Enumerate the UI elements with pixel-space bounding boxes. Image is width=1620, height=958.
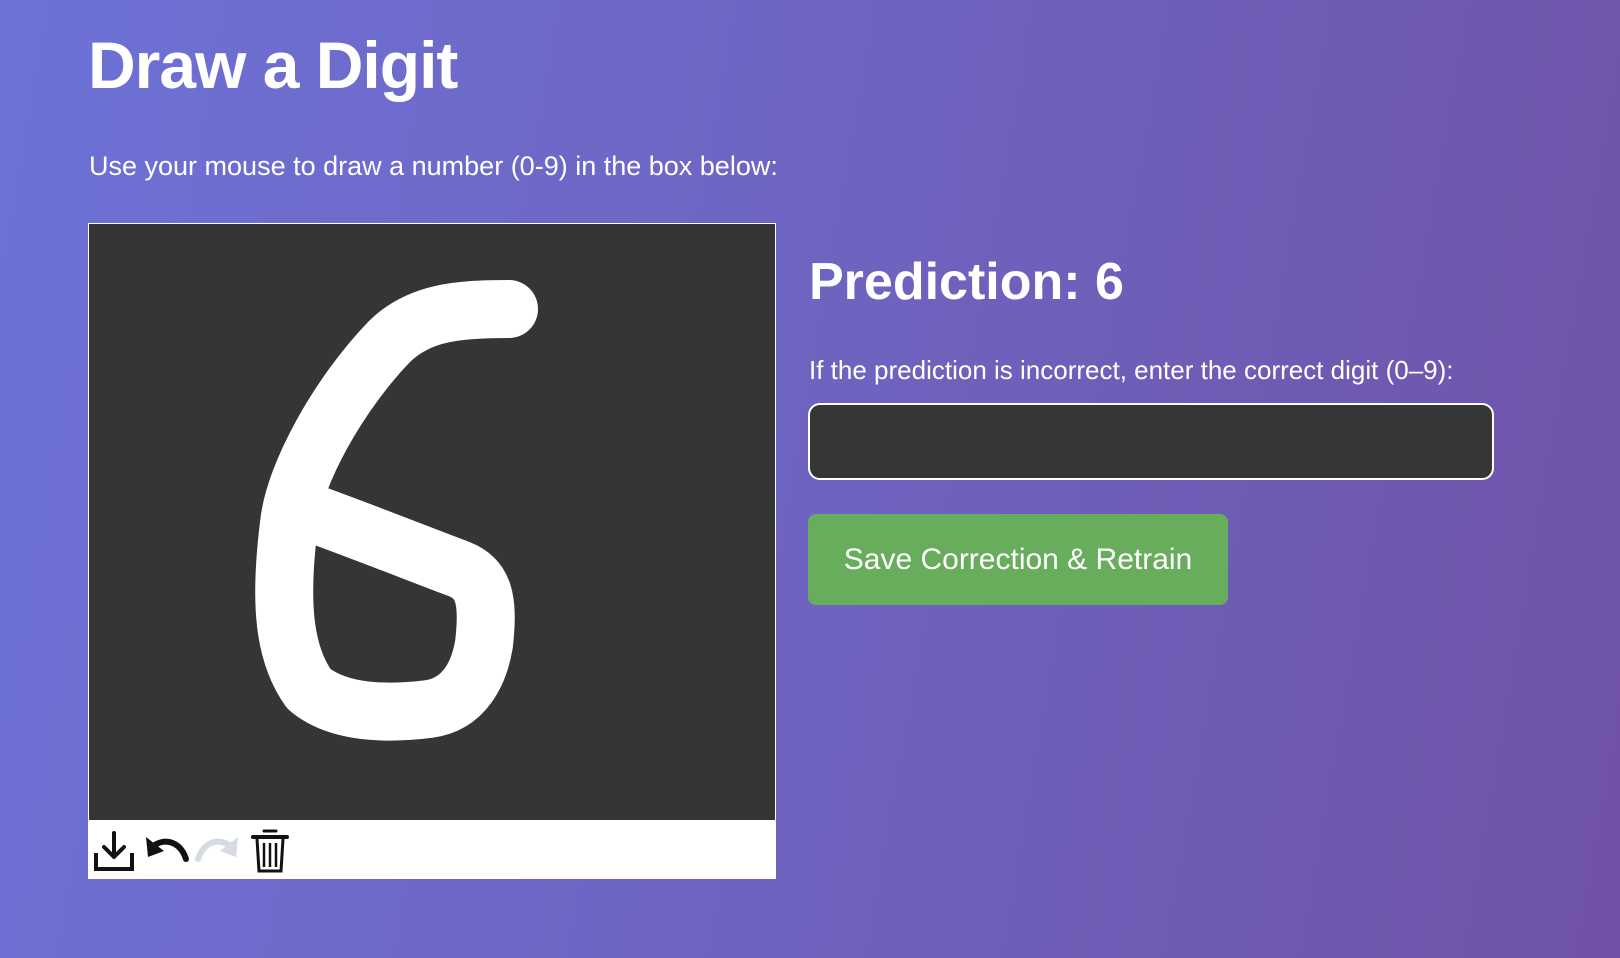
save-correction-button[interactable]: Save Correction & Retrain	[808, 514, 1228, 605]
drawing-canvas[interactable]	[89, 224, 775, 820]
download-icon[interactable]	[88, 825, 140, 877]
drawn-digit-stroke	[255, 280, 538, 741]
correction-label: If the prediction is incorrect, enter th…	[809, 355, 1454, 385]
canvas-toolbar	[88, 823, 776, 879]
prediction-heading: Prediction: 6	[809, 253, 1124, 311]
page-title: Draw a Digit	[88, 28, 458, 102]
undo-icon[interactable]	[140, 825, 192, 877]
correction-input[interactable]	[808, 403, 1494, 480]
instruction-text: Use your mouse to draw a number (0-9) in…	[89, 151, 778, 181]
drawing-panel	[88, 223, 776, 879]
trash-icon[interactable]	[244, 825, 296, 877]
redo-icon[interactable]	[192, 825, 244, 877]
